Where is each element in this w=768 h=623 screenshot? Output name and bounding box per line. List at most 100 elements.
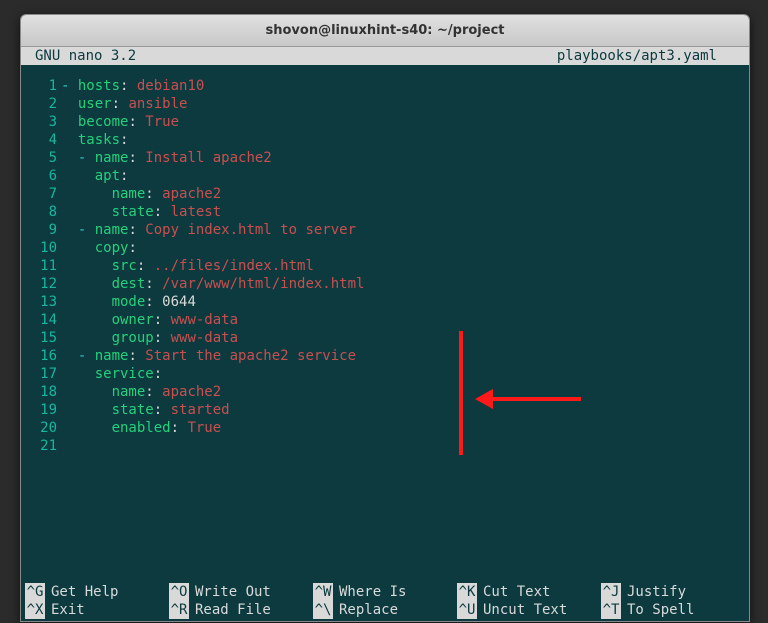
nano-footer: ^G Get Help ^O Write Out ^W Where Is ^K Cut Tex… <box>21 583 749 621</box>
shortcut-key: ^O <box>169 583 189 601</box>
nano-help-item: ^R Read File <box>169 601 313 619</box>
nano-header: GNU nano 3.2 playbooks/apt3.yaml <box>21 47 749 65</box>
shortcut-desc: Where Is <box>339 583 406 601</box>
shortcut-key: ^K <box>457 583 477 601</box>
code-line[interactable]: 20 enabled: True <box>21 419 749 437</box>
code-line[interactable]: 7 name: apache2 <box>21 185 749 203</box>
line-number: 5 <box>21 149 61 167</box>
code-line[interactable]: 10 copy: <box>21 239 749 257</box>
shortcut-desc: Cut Text <box>483 583 550 601</box>
code-content <box>61 437 749 455</box>
shortcut-desc: Write Out <box>195 583 271 601</box>
code-content: become: True <box>61 113 749 131</box>
code-line[interactable]: 15 group: www-data <box>21 329 749 347</box>
code-content: name: apache2 <box>61 185 749 203</box>
line-number: 1 <box>21 77 61 95</box>
code-content: owner: www-data <box>61 311 749 329</box>
code-content: state: latest <box>61 203 749 221</box>
shortcut-desc: To Spell <box>627 601 694 619</box>
shortcut-key: ^J <box>601 583 621 601</box>
nano-help-item: ^U Uncut Text <box>457 601 601 619</box>
shortcut-key: ^R <box>169 601 189 619</box>
code-line[interactable]: 16 - name: Start the apache2 service <box>21 347 749 365</box>
line-number: 14 <box>21 311 61 329</box>
code-content: - name: Start the apache2 service <box>61 347 749 365</box>
nano-version: GNU nano 3.2 <box>23 47 136 65</box>
code-line[interactable]: 2 user: ansible <box>21 95 749 113</box>
code-content: state: started <box>61 401 749 419</box>
code-content: mode: 0644 <box>61 293 749 311</box>
code-content: service: <box>61 365 749 383</box>
code-content: apt: <box>61 167 749 185</box>
code-line[interactable]: 8 state: latest <box>21 203 749 221</box>
line-number: 9 <box>21 221 61 239</box>
line-number: 21 <box>21 437 61 455</box>
code-content: name: apache2 <box>61 383 749 401</box>
terminal-window: shovon@linuxhint-s40: ~/project GNU nano… <box>20 14 750 622</box>
nano-help-item: ^W Where Is <box>313 583 457 601</box>
line-number: 20 <box>21 419 61 437</box>
code-line[interactable]: 1- hosts: debian10 <box>21 77 749 95</box>
nano-help-item: ^G Get Help <box>25 583 169 601</box>
shortcut-key: ^G <box>25 583 45 601</box>
code-content: copy: <box>61 239 749 257</box>
code-line[interactable]: 19 state: started <box>21 401 749 419</box>
shortcut-key: ^\ <box>313 601 333 619</box>
code-line[interactable]: 18 name: apache2 <box>21 383 749 401</box>
line-number: 17 <box>21 365 61 383</box>
shortcut-key: ^U <box>457 601 477 619</box>
code-line[interactable]: 11 src: ../files/index.html <box>21 257 749 275</box>
line-number: 3 <box>21 113 61 131</box>
code-line[interactable]: 3 become: True <box>21 113 749 131</box>
code-content: group: www-data <box>61 329 749 347</box>
window-title: shovon@linuxhint-s40: ~/project <box>265 23 504 38</box>
code-content: enabled: True <box>61 419 749 437</box>
line-number: 11 <box>21 257 61 275</box>
shortcut-desc: Exit <box>51 601 85 619</box>
nano-help-item: ^K Cut Text <box>457 583 601 601</box>
shortcut-desc: Justify <box>627 583 686 601</box>
nano-help-item: ^T To Spell <box>601 601 745 619</box>
code-line[interactable]: 4 tasks: <box>21 131 749 149</box>
code-line[interactable]: 21 <box>21 437 749 455</box>
nano-help-item: ^\ Replace <box>313 601 457 619</box>
code-content: dest: /var/www/html/index.html <box>61 275 749 293</box>
code-line[interactable]: 5 - name: Install apache2 <box>21 149 749 167</box>
code-line[interactable]: 17 service: <box>21 365 749 383</box>
shortcut-key: ^T <box>601 601 621 619</box>
line-number: 15 <box>21 329 61 347</box>
code-line[interactable]: 13 mode: 0644 <box>21 293 749 311</box>
nano-help-item: ^J Justify <box>601 583 745 601</box>
code-line[interactable]: 6 apt: <box>21 167 749 185</box>
line-number: 6 <box>21 167 61 185</box>
line-number: 10 <box>21 239 61 257</box>
shortcut-desc: Uncut Text <box>483 601 567 619</box>
window-titlebar[interactable]: shovon@linuxhint-s40: ~/project <box>21 15 749 47</box>
code-line[interactable]: 12 dest: /var/www/html/index.html <box>21 275 749 293</box>
code-content: - name: Copy index.html to server <box>61 221 749 239</box>
nano-filename: playbooks/apt3.yaml <box>557 47 747 65</box>
line-number: 19 <box>21 401 61 419</box>
editor-area[interactable]: 1- hosts: debian102 user: ansible3 becom… <box>21 65 749 455</box>
line-number: 8 <box>21 203 61 221</box>
code-line[interactable]: 14 owner: www-data <box>21 311 749 329</box>
shortcut-desc: Replace <box>339 601 398 619</box>
code-content: user: ansible <box>61 95 749 113</box>
code-content: tasks: <box>61 131 749 149</box>
code-content: - hosts: debian10 <box>61 77 749 95</box>
shortcut-key: ^W <box>313 583 333 601</box>
line-number: 4 <box>21 131 61 149</box>
line-number: 13 <box>21 293 61 311</box>
shortcut-desc: Read File <box>195 601 271 619</box>
code-content: - name: Install apache2 <box>61 149 749 167</box>
line-number: 18 <box>21 383 61 401</box>
line-number: 12 <box>21 275 61 293</box>
nano-help-item: ^O Write Out <box>169 583 313 601</box>
line-number: 2 <box>21 95 61 113</box>
shortcut-desc: Get Help <box>51 583 118 601</box>
code-line[interactable]: 9 - name: Copy index.html to server <box>21 221 749 239</box>
terminal-body[interactable]: GNU nano 3.2 playbooks/apt3.yaml 1- host… <box>21 47 749 621</box>
line-number: 16 <box>21 347 61 365</box>
code-content: src: ../files/index.html <box>61 257 749 275</box>
line-number: 7 <box>21 185 61 203</box>
